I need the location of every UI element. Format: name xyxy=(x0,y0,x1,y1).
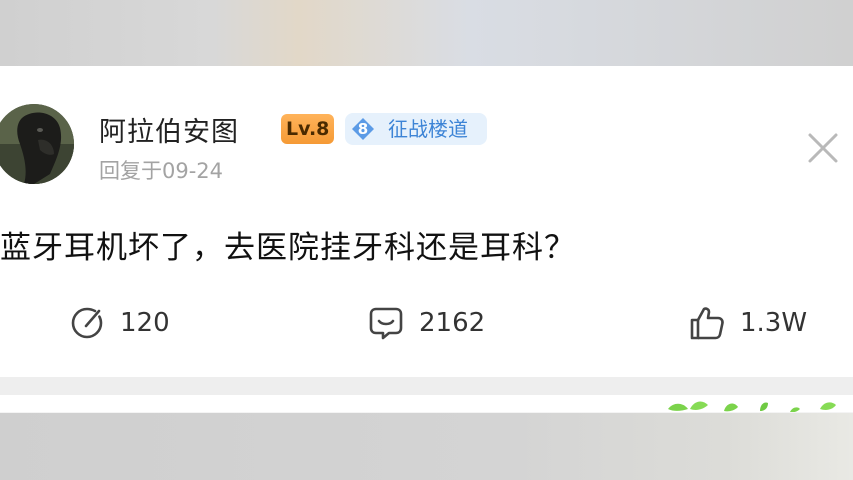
level-badge: Lv.8 xyxy=(281,114,335,144)
background-top xyxy=(0,0,853,66)
share-icon xyxy=(71,307,103,339)
like-icon xyxy=(690,307,724,340)
share-button[interactable]: 120 xyxy=(68,304,170,342)
guild-level-number: 8 xyxy=(357,120,369,138)
background-bottom xyxy=(0,413,853,480)
close-button[interactable] xyxy=(804,129,842,167)
guild-name: 征战楼道 xyxy=(388,117,468,141)
next-post-card[interactable] xyxy=(0,395,853,413)
like-button[interactable]: 1.3W xyxy=(688,304,807,342)
share-count: 120 xyxy=(120,308,170,338)
guild-badge[interactable]: 8 征战楼道 xyxy=(345,113,487,145)
like-count: 1.3W xyxy=(740,308,808,338)
post-card[interactable]: 阿拉伯安图 Lv.8 8 征战楼道 回复于09-24 蓝牙耳机坏了，去医院挂牙科… xyxy=(0,66,853,377)
comment-icon xyxy=(369,307,403,340)
section-divider xyxy=(0,377,853,395)
avatar[interactable] xyxy=(0,104,74,184)
comment-count: 2162 xyxy=(419,308,486,338)
reply-time: 回复于09-24 xyxy=(99,159,224,183)
avatar-image xyxy=(0,104,74,184)
close-icon xyxy=(808,133,838,163)
leaf-decoration-icon xyxy=(0,401,853,413)
post-content[interactable]: 蓝牙耳机坏了，去医院挂牙科还是耳科？ xyxy=(0,222,576,267)
comment-button[interactable]: 2162 xyxy=(367,304,485,342)
username[interactable]: 阿拉伯安图 xyxy=(99,110,239,149)
